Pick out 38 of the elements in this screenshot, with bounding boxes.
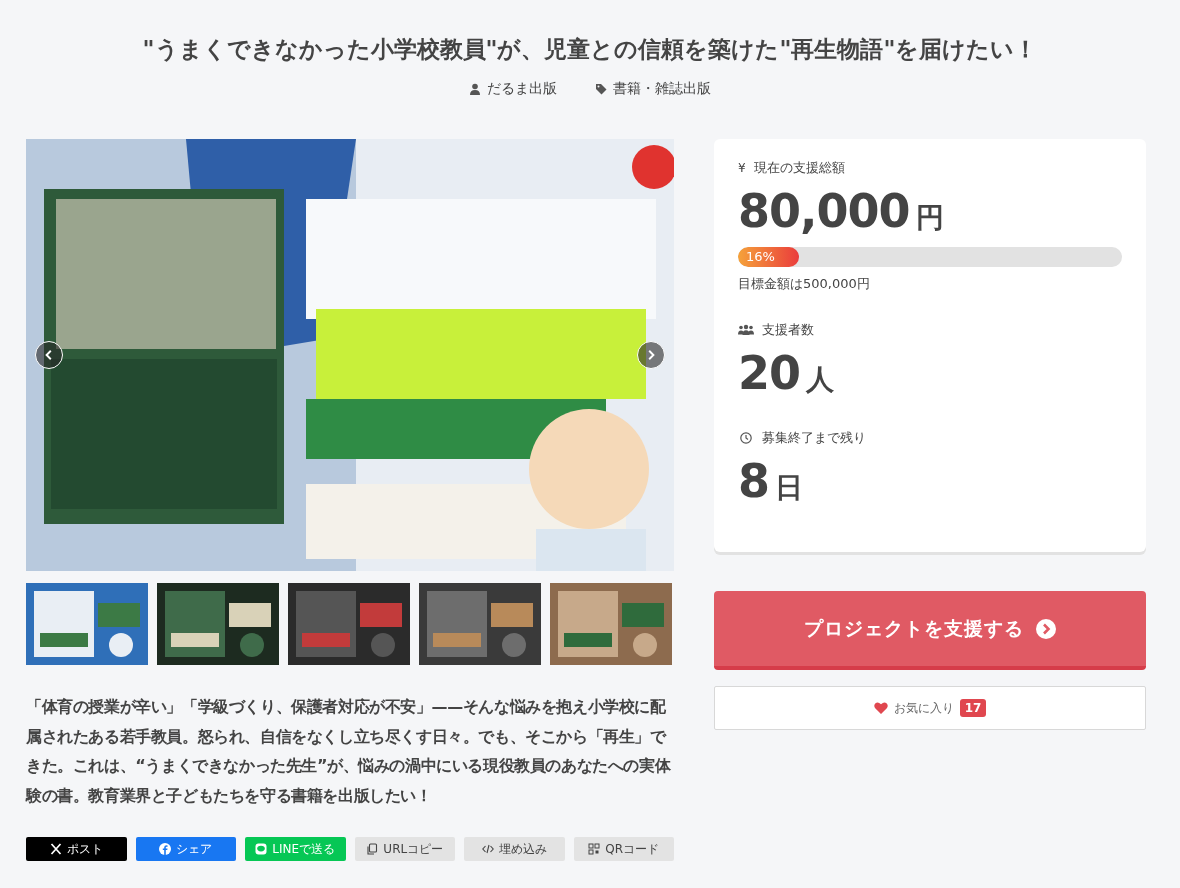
qr-code-icon <box>588 843 601 855</box>
code-icon <box>481 843 494 855</box>
favorite-count: 17 <box>959 699 987 717</box>
people-icon <box>738 324 754 336</box>
cross-icon <box>49 843 62 855</box>
chevron-circle-icon <box>1036 618 1056 639</box>
progress-percent: 16% <box>746 249 775 264</box>
category-link[interactable]: 書籍・雑誌出版 <box>613 80 711 98</box>
share-button[interactable]: シェア <box>135 837 236 861</box>
stat-label: 現在の支援総額 <box>753 159 845 177</box>
previous-button[interactable] <box>35 341 63 369</box>
share-button[interactable]: 埋め込み <box>464 837 565 861</box>
favorite-button[interactable]: お気に入り 17 <box>714 686 1146 730</box>
tag-icon <box>595 83 607 95</box>
next-button[interactable] <box>637 341 665 369</box>
stat-label: 支援者数 <box>762 321 814 339</box>
goal-text: 目標金額は500,000円 <box>738 275 871 293</box>
owner-link[interactable]: だるま出版 <box>487 80 557 98</box>
share-button[interactable]: QRコード <box>573 837 674 861</box>
person-icon <box>469 83 481 95</box>
clock-icon <box>738 432 754 444</box>
yen-icon: ¥ <box>738 161 746 175</box>
stat-label: 募集終了まで残り <box>762 429 866 447</box>
facebook-icon <box>159 843 172 855</box>
chat-bubble-icon <box>255 843 268 855</box>
support-button[interactable]: プロジェクトを支援する <box>714 591 1146 670</box>
heart-icon <box>873 702 888 714</box>
copy-icon <box>366 843 379 855</box>
project-description: 「体育の授業が辛い」「学級づくり、保護者対応が不安」——そんな悩みを抱え小学校に配属されたある若手教員。怒られ、自信をなくし立ち尽くす日々。でも、そこから「再生」できた。これは、“うまくできなかった先生”が、悩みの渦中にいる現役教員のあなたへの実体験の書。教育業界と子どもたちを守る書籍を出版したい！ <box>26 696 672 807</box>
stat-value: 8 <box>738 453 769 509</box>
stat-unit: 人 <box>806 362 834 398</box>
stat-value: 80,000 <box>738 183 910 239</box>
project-title: "うまくできなかった小学校教員"が、児童との信頼を築けた"再生物語"を届けたい！ <box>141 35 1039 64</box>
share-button[interactable]: ポスト <box>26 837 127 861</box>
stat-unit: 円 <box>915 200 944 236</box>
share-button[interactable]: URLコピー <box>354 837 455 861</box>
stat-unit: 日 <box>775 470 803 506</box>
stat-value: 20 <box>738 345 800 401</box>
